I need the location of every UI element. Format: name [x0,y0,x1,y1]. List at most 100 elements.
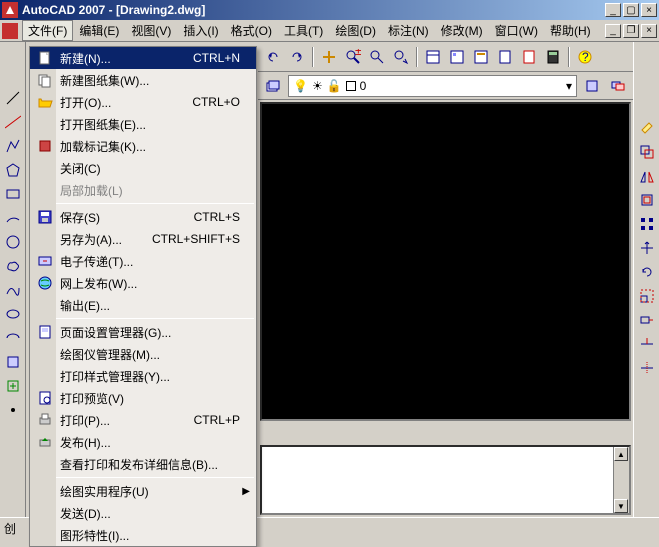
minimize-button[interactable]: _ [605,3,621,17]
label: 发送(D)... [56,505,252,522]
menu-item-partial: 局部加载(L) [30,179,256,201]
point-tool[interactable] [2,399,24,421]
doc-icon [2,23,18,39]
dcenter-icon[interactable] [446,46,468,68]
menu-item-send[interactable]: 发送(D)... [30,502,256,524]
label: 关闭(C) [56,160,252,177]
calc-icon[interactable] [542,46,564,68]
menu-window[interactable]: 窗口(W) [489,20,544,41]
layer-state-icon[interactable] [607,75,629,97]
array-tool[interactable] [636,213,658,235]
revcloud-tool[interactable] [2,255,24,277]
hscroll[interactable] [260,423,633,443]
ellipse-tool[interactable] [2,303,24,325]
copy-tool[interactable] [636,141,658,163]
menu-item-newsheet[interactable]: 新建图纸集(W)... [30,69,256,91]
polygon-tool[interactable] [2,159,24,181]
scroll-up-icon[interactable]: ▲ [614,447,628,461]
zoom-rt-icon[interactable]: ± [342,46,364,68]
label: 打印样式管理器(Y)... [56,368,252,385]
mirror-tool[interactable] [636,165,658,187]
menu-item-new[interactable]: 新建(N)... CTRL+N [30,47,256,69]
menu-item-export[interactable]: 输出(E)... [30,294,256,316]
menu-item-print[interactable]: 打印(P)... CTRL+P [30,409,256,431]
rotate-tool[interactable] [636,261,658,283]
layer-dropdown[interactable]: 💡 ☀ 🔓 0 ▾ [288,75,577,97]
sheet-icon[interactable] [494,46,516,68]
props-icon[interactable] [422,46,444,68]
menu-view[interactable]: 视图(V) [125,20,177,41]
shortcut: CTRL+P [194,413,252,427]
menu-item-opensheet[interactable]: 打开图纸集(E)... [30,113,256,135]
ellipse-arc-tool[interactable] [2,327,24,349]
spline-tool[interactable] [2,279,24,301]
menu-modify[interactable]: 修改(M) [435,20,489,41]
toolpal-icon[interactable] [470,46,492,68]
menu-item-close[interactable]: 关闭(C) [30,157,256,179]
menu-item-props[interactable]: 图形特性(I)... [30,524,256,546]
doc-close-button[interactable]: × [641,24,657,38]
menu-annotate[interactable]: 标注(N) [382,20,435,41]
erase-tool[interactable] [636,117,658,139]
titlebar: AutoCAD 2007 - [Drawing2.dwg] _ ▢ × [0,0,659,20]
menu-item-viewdetails[interactable]: 查看打印和发布详细信息(B)... [30,453,256,475]
pan-icon[interactable] [318,46,340,68]
move-tool[interactable] [636,237,658,259]
command-line[interactable]: ▲ ▼ [260,445,631,515]
menu-item-pagesetup[interactable]: 页面设置管理器(G)... [30,321,256,343]
menu-item-open[interactable]: 打开(O)... CTRL+O [30,91,256,113]
menu-item-utils[interactable]: 绘图实用程序(U) ▶ [30,480,256,502]
xline-tool[interactable] [2,111,24,133]
extend-tool[interactable] [636,357,658,379]
menubar: 文件(F) 编辑(E) 视图(V) 插入(I) 格式(O) 工具(T) 绘图(D… [0,20,659,42]
zoom-prev-icon[interactable] [390,46,412,68]
polyline-tool[interactable] [2,135,24,157]
menu-item-loadmark[interactable]: 加载标记集(K)... [30,135,256,157]
label: 绘图实用程序(U) [56,483,252,500]
dropdown-arrow-icon: ▾ [566,79,572,93]
undo-icon[interactable] [262,46,284,68]
label: 打印(P)... [56,412,194,429]
label: 打开(O)... [56,94,192,111]
scale-tool[interactable] [636,285,658,307]
markup-icon[interactable] [518,46,540,68]
redo-icon[interactable] [286,46,308,68]
menu-format[interactable]: 格式(O) [225,20,278,41]
layer-prev-icon[interactable] [581,75,603,97]
menu-item-saveas[interactable]: 另存为(A)... CTRL+SHIFT+S [30,228,256,250]
menu-help[interactable]: 帮助(H) [544,20,597,41]
help-icon[interactable]: ? [574,46,596,68]
scroll-down-icon[interactable]: ▼ [614,499,628,513]
menu-item-etrans[interactable]: 电子传递(T)... [30,250,256,272]
drawing-canvas[interactable] [260,102,631,421]
menu-edit[interactable]: 编辑(E) [73,20,125,41]
line-tool[interactable] [2,87,24,109]
close-button[interactable]: × [641,3,657,17]
menu-item-save[interactable]: 保存(S) CTRL+S [30,206,256,228]
menu-item-preview[interactable]: 打印预览(V) [30,387,256,409]
label: 图形特性(I)... [56,527,252,544]
zoom-window-icon[interactable] [366,46,388,68]
doc-minimize-button[interactable]: _ [605,24,621,38]
rectangle-tool[interactable] [2,183,24,205]
arc-tool[interactable] [2,207,24,229]
menu-item-plotstyle[interactable]: 打印样式管理器(Y)... [30,365,256,387]
maximize-button[interactable]: ▢ [623,3,639,17]
menu-item-plotmgr[interactable]: 绘图仪管理器(M)... [30,343,256,365]
circle-tool[interactable] [2,231,24,253]
layer-mgr-icon[interactable] [262,75,284,97]
menu-item-publishweb[interactable]: 网上发布(W)... [30,272,256,294]
menu-draw[interactable]: 绘图(D) [329,20,382,41]
menu-file[interactable]: 文件(F) [22,20,73,41]
makeblock-tool[interactable] [2,375,24,397]
shortcut: CTRL+N [193,51,252,65]
menu-insert[interactable]: 插入(I) [177,20,224,41]
menu-item-publish[interactable]: 发布(H)... [30,431,256,453]
stretch-tool[interactable] [636,309,658,331]
trim-tool[interactable] [636,333,658,355]
doc-restore-button[interactable]: ❐ [623,24,639,38]
label: 输出(E)... [56,297,252,314]
offset-tool[interactable] [636,189,658,211]
block-tool[interactable] [2,351,24,373]
menu-tools[interactable]: 工具(T) [278,20,329,41]
